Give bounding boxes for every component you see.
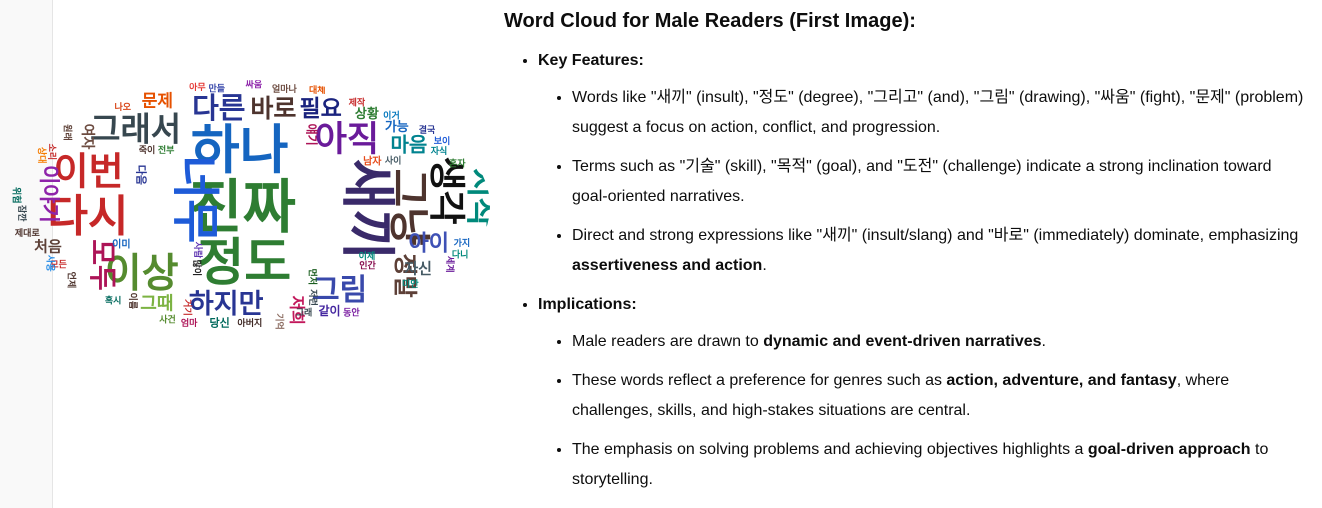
word-cloud-word: 마음 [390, 132, 427, 156]
word-cloud-word: 다른 [192, 91, 245, 125]
word-cloud-word: 아무 [189, 81, 206, 93]
word-cloud-word: 많이 [191, 260, 203, 277]
bullet-text: The emphasis on solving problems and ach… [572, 441, 1088, 458]
bullet-bold-text: action, adventure, and fantasy [946, 372, 1177, 389]
bullet-item: Male readers are drawn to dynamic and ev… [572, 327, 1304, 357]
bullet-bold-text: dynamic and event-driven narratives [763, 333, 1042, 350]
word-cloud-word: 결국 [419, 124, 436, 136]
word-cloud-word: 이제 [359, 250, 376, 262]
word-cloud-word: 다니 [452, 249, 469, 261]
word-cloud-word: 그때 [140, 294, 173, 315]
word-cloud-word: 다음 [134, 165, 148, 185]
word-cloud-word: 필요 [300, 96, 342, 122]
word-cloud-word: 싸움 [246, 78, 263, 90]
word-cloud-word: 아직 [315, 120, 379, 160]
word-cloud-word: 죽이 [139, 144, 156, 156]
sub-list: Male readers are drawn to dynamic and ev… [538, 327, 1304, 495]
word-cloud-word: 원래 [61, 124, 73, 141]
word-cloud-word: 미안 [402, 278, 419, 290]
bullet-text: . [1041, 333, 1046, 350]
bullet-item: Direct and strong expressions like "새끼" … [572, 221, 1304, 281]
word-cloud-word: 저런 [307, 289, 319, 306]
word-cloud-word: 사용 [44, 255, 56, 272]
word-cloud-word: 바로 [250, 94, 296, 123]
word-cloud-word: 전부 [158, 144, 175, 156]
word-cloud-word: 상대 [36, 147, 48, 164]
sections-list: Key Features: Words like "새끼" (insult), "… [504, 46, 1304, 495]
word-cloud-word: 언제 [65, 272, 77, 289]
word-cloud-word: 이야기 [37, 165, 61, 223]
word-cloud-word: 당신 [209, 315, 229, 329]
word-cloud-word: 혼자 [449, 158, 466, 170]
word-cloud-word: 처음 [34, 238, 62, 256]
word-cloud-word: 너무 [167, 155, 223, 243]
section-title: Implications: [538, 296, 637, 313]
word-cloud-word: 시작 [463, 168, 490, 227]
word-cloud-word: 만들 [208, 83, 225, 95]
bullet-text: Male readers are drawn to [572, 333, 764, 350]
word-cloud-word: 가능 [385, 120, 409, 135]
bullet-text: Direct and strong expressions like "새끼" … [572, 227, 1299, 244]
word-cloud-image: 진짜 새끼 하나 정도 너무 다시 그냥 이상 이번 생각 아직 그래서 시작 그림 다른 모두 하지만 바로 정말… [2, 78, 490, 334]
word-cloud-word: 이번 [54, 149, 124, 193]
word-cloud-word: 가지 [454, 237, 471, 249]
section-title: Key Features: [538, 52, 644, 69]
word-cloud-word: 사건 [159, 313, 176, 325]
response-heading: Word Cloud for Male Readers (First Image… [504, 10, 916, 32]
word-cloud-word: 이미 [112, 238, 130, 251]
bullet-item: The emphasis on solving problems and ach… [572, 435, 1304, 495]
word-cloud-word: 위험 [10, 187, 22, 204]
sub-list: Words like "새끼" (insult), "정도" (degree),… [538, 83, 1304, 281]
word-cloud-svg: 진짜 새끼하나정도너무다시 그냥이상이번 생각아직그래서시작그림다른모두하지만바로정말… [10, 78, 490, 330]
word-cloud-word: 여자 [79, 124, 96, 150]
word-cloud-word: 잠깐 [16, 205, 28, 222]
word-cloud-word: 동안 [343, 308, 360, 319]
word-cloud-word: 보이 [434, 135, 451, 147]
bullet-item: Words like "새끼" (insult), "정도" (degree),… [572, 83, 1304, 143]
word-cloud-word: 먼저 [306, 269, 318, 286]
bullet-text: Terms such as "기술" (skill), "목적" (goal),… [572, 158, 1272, 205]
section-item: Key Features: Words like "새끼" (insult), "… [538, 46, 1304, 281]
bullet-text: . [762, 257, 767, 274]
word-cloud-word: 그래서 [90, 110, 181, 149]
word-cloud-word: 아이 [408, 231, 448, 256]
bullet-bold-text: assertiveness and action [572, 257, 763, 274]
word-cloud-word: 거기 [182, 299, 194, 316]
word-cloud-word: 기억 [274, 313, 286, 330]
word-cloud-word: 혹시 [105, 295, 122, 307]
bullet-item: Terms such as "기술" (skill), "목적" (goal),… [572, 152, 1304, 212]
bullet-text: Words like "새끼" (insult), "정도" (degree),… [572, 89, 1304, 136]
word-cloud-word: 제작 [349, 97, 366, 109]
word-cloud-word: 소리 [46, 144, 58, 161]
word-cloud-word: 그래 [296, 306, 313, 318]
word-cloud-word: 사람 [192, 242, 204, 259]
word-cloud-word: 이거 [383, 109, 400, 121]
word-cloud-word: 제대로 [15, 227, 41, 239]
assistant-response: Word Cloud for Male Readers (First Image… [504, 6, 1304, 504]
word-cloud-words: 진짜 새끼하나정도너무다시 그냥이상이번 생각아직그래서시작그림다른모두하지만바로정말… [10, 78, 490, 330]
word-cloud-word: 문제 [142, 92, 173, 112]
word-cloud-word: 이름 [127, 293, 139, 310]
bullet-text: These words reflect a preference for gen… [572, 372, 947, 389]
word-cloud-word: 얼마나 [272, 83, 298, 95]
word-cloud-word: 남자 [363, 155, 382, 168]
word-cloud-word: 자신 [404, 259, 432, 277]
bullet-item: These words reflect a preference for gen… [572, 366, 1304, 426]
word-cloud-word: 같이 [319, 303, 341, 318]
word-cloud-word: 얘기 [304, 124, 319, 146]
bullet-bold-text: goal-driven approach [1087, 441, 1251, 458]
word-cloud-word: 나오 [115, 101, 132, 113]
word-cloud-word: 사이 [385, 154, 402, 166]
word-cloud-word: 아버지 [237, 317, 262, 329]
section-item: Implications: Male readers are drawn to d… [538, 290, 1304, 495]
word-cloud-word: 대체 [309, 84, 326, 96]
word-cloud-word: 엄마 [181, 317, 198, 329]
